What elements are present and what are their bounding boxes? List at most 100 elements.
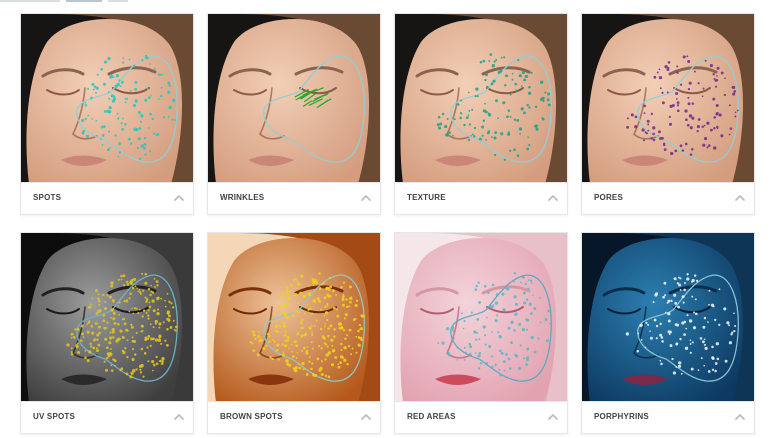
chevron-up-icon[interactable]: [547, 411, 559, 423]
analysis-marker: [132, 312, 135, 315]
analysis-marker: [445, 327, 450, 331]
analysis-marker: [687, 60, 691, 63]
analysis-marker: [641, 128, 645, 132]
analysis-marker: [104, 337, 108, 341]
card-footer[interactable]: SPOTS: [21, 182, 193, 214]
analysis-marker: [625, 332, 630, 336]
analysis-marker: [517, 59, 520, 62]
analysis-marker: [326, 303, 329, 305]
analysis-marker: [688, 114, 693, 118]
analysis-image[interactable]: [395, 233, 567, 403]
chevron-up-icon[interactable]: [173, 411, 185, 423]
analysis-marker: [686, 273, 689, 276]
analysis-marker: [142, 309, 146, 312]
card-footer[interactable]: TEXTURE: [395, 182, 567, 214]
analysis-marker: [530, 71, 533, 75]
analysis-marker: [526, 147, 529, 151]
analysis-marker: [549, 322, 552, 325]
chevron-up-icon[interactable]: [734, 192, 746, 204]
analysis-marker: [154, 322, 158, 325]
analysis-card[interactable]: PORES: [581, 13, 755, 215]
analysis-marker: [266, 332, 270, 336]
analysis-marker: [311, 362, 314, 365]
analysis-image[interactable]: [395, 14, 567, 184]
card-footer[interactable]: BROWN SPOTS: [208, 401, 380, 433]
analysis-marker: [684, 142, 688, 146]
analysis-marker: [495, 58, 498, 61]
analysis-image[interactable]: [582, 233, 754, 403]
analysis-image[interactable]: [582, 14, 754, 184]
analysis-marker: [728, 341, 732, 345]
analysis-marker: [703, 343, 706, 346]
analysis-marker: [160, 86, 163, 89]
analysis-marker: [311, 278, 315, 282]
analysis-marker: [111, 328, 115, 332]
analysis-marker: [125, 372, 129, 376]
analysis-marker: [268, 340, 271, 343]
analysis-marker: [327, 375, 331, 379]
analysis-marker: [140, 114, 144, 118]
analysis-marker: [134, 353, 137, 356]
analysis-marker: [509, 149, 512, 153]
card-footer[interactable]: PORES: [582, 182, 754, 214]
chevron-up-icon[interactable]: [547, 192, 559, 204]
analysis-image[interactable]: [21, 14, 193, 184]
chevron-up-icon[interactable]: [360, 411, 372, 423]
analysis-card[interactable]: PORPHYRINS: [581, 232, 755, 434]
analysis-marker: [149, 323, 152, 326]
analysis-marker: [120, 274, 123, 278]
analysis-image[interactable]: [21, 233, 193, 403]
analysis-image[interactable]: [208, 233, 380, 403]
analysis-card[interactable]: TEXTURE: [394, 13, 568, 215]
chevron-up-icon[interactable]: [734, 411, 746, 423]
analysis-marker: [282, 311, 285, 315]
analysis-marker: [100, 125, 104, 129]
analysis-marker: [521, 275, 525, 279]
card-footer[interactable]: PORPHYRINS: [582, 401, 754, 433]
card-footer[interactable]: WRINKLES: [208, 182, 380, 214]
analysis-marker: [544, 317, 548, 321]
analysis-marker: [286, 289, 290, 293]
analysis-marker: [324, 374, 328, 377]
card-footer[interactable]: UV SPOTS: [21, 401, 193, 433]
face-photo: [208, 14, 380, 184]
analysis-marker: [155, 355, 158, 359]
chevron-up-icon[interactable]: [173, 192, 185, 204]
analysis-marker: [85, 134, 89, 138]
analysis-card[interactable]: WRINKLES: [207, 13, 381, 215]
analysis-marker: [149, 150, 152, 153]
analysis-marker: [147, 314, 150, 317]
analysis-marker: [128, 310, 131, 313]
chevron-up-icon[interactable]: [360, 192, 372, 204]
analysis-marker: [174, 325, 178, 329]
analysis-marker: [533, 350, 537, 354]
analysis-marker: [514, 302, 519, 306]
analysis-card[interactable]: UV SPOTS: [20, 232, 194, 434]
card-footer[interactable]: RED AREAS: [395, 401, 567, 433]
analysis-marker: [315, 319, 318, 322]
analysis-marker: [481, 125, 485, 129]
analysis-marker: [677, 276, 680, 279]
analysis-marker: [137, 111, 141, 114]
analysis-marker: [282, 322, 285, 325]
analysis-image[interactable]: [208, 14, 380, 184]
analysis-marker: [691, 295, 694, 298]
analysis-card[interactable]: BROWN SPOTS: [207, 232, 381, 434]
analysis-marker: [258, 339, 261, 343]
analysis-marker: [707, 321, 709, 323]
analysis-marker: [334, 355, 338, 359]
analysis-marker: [94, 322, 98, 325]
analysis-marker: [675, 366, 678, 368]
analysis-marker: [151, 117, 154, 121]
analysis-card[interactable]: RED AREAS: [394, 232, 568, 434]
analysis-marker: [733, 312, 735, 315]
analysis-marker: [718, 323, 721, 327]
analysis-marker: [482, 325, 486, 329]
analysis-card[interactable]: SPOTS: [20, 13, 194, 215]
analysis-marker: [148, 301, 151, 304]
analysis-marker: [257, 335, 261, 339]
analysis-marker: [546, 98, 550, 102]
analysis-marker: [306, 372, 309, 376]
analysis-marker: [131, 286, 135, 290]
analysis-marker: [110, 364, 113, 367]
